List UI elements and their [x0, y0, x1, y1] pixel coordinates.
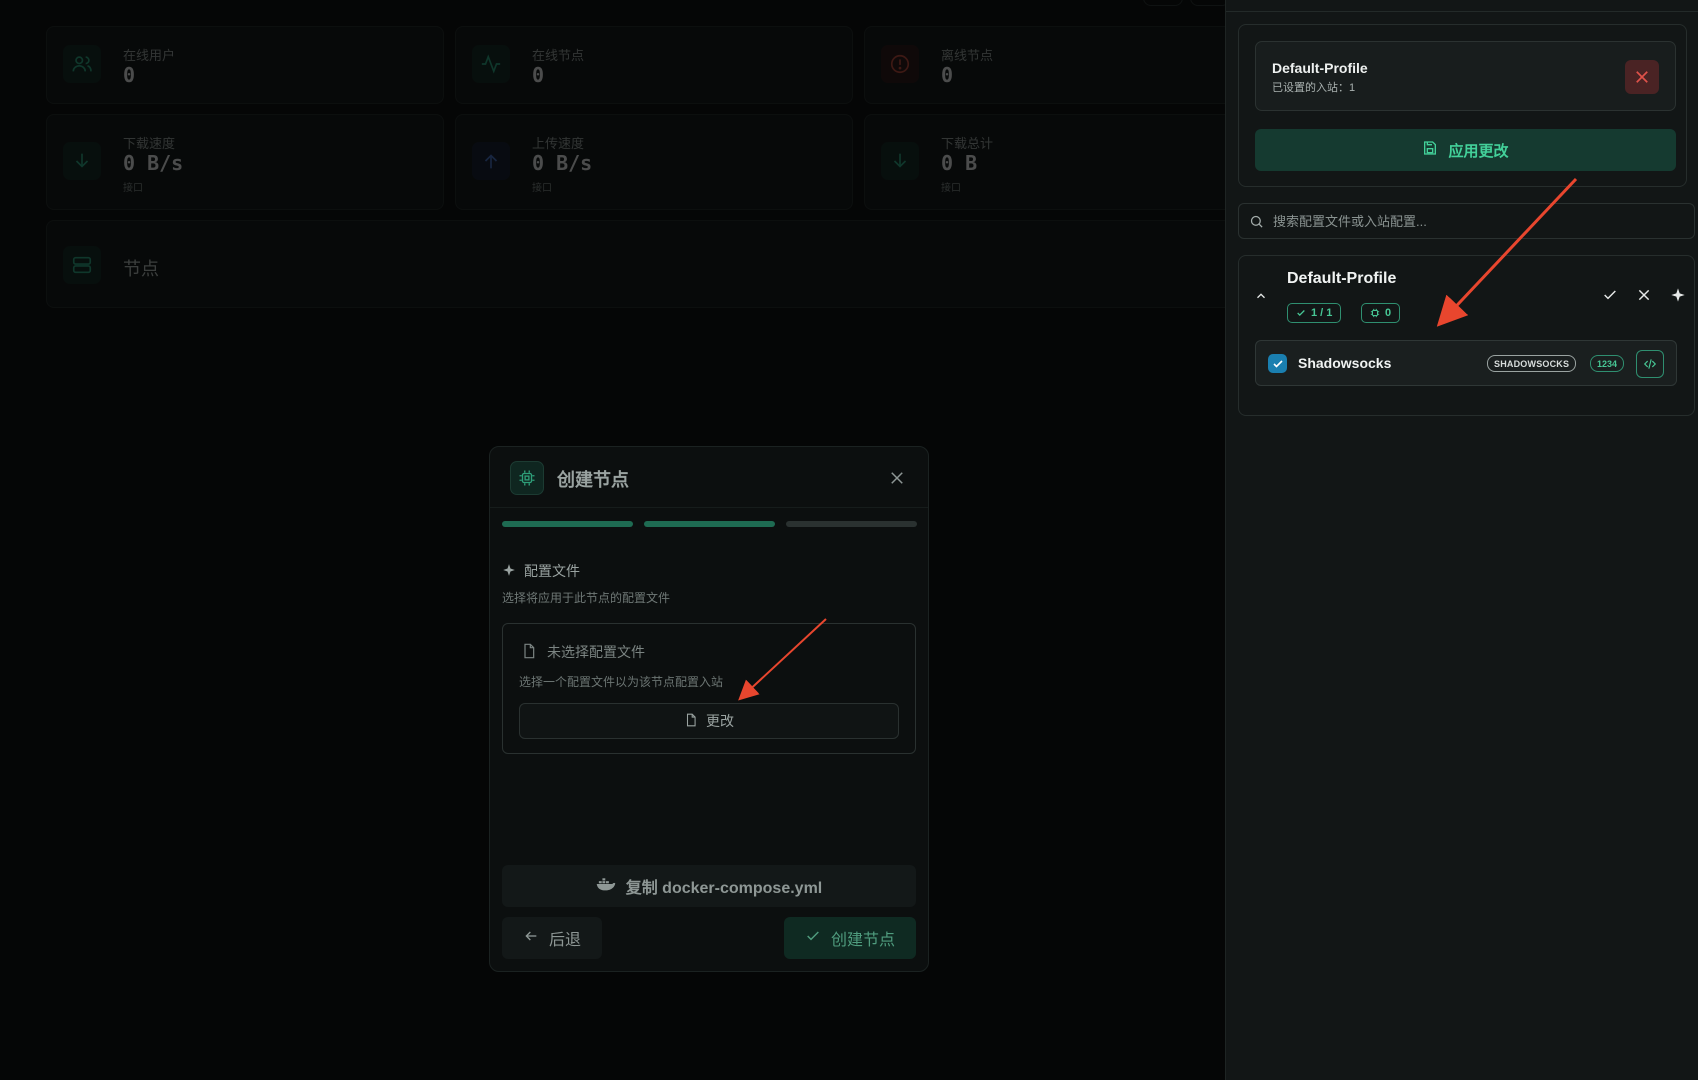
sparkle-icon — [502, 563, 516, 580]
header-button[interactable] — [1143, 0, 1183, 6]
sparkle-icon[interactable] — [1667, 284, 1689, 306]
create-node-button[interactable]: 创建节点 — [784, 917, 916, 959]
apply-changes-button[interactable]: 应用更改 — [1255, 129, 1676, 171]
stat-card-upload-speed: 上传速度 0 B/s 接口 — [455, 114, 853, 210]
change-profile-button[interactable]: 更改 — [519, 703, 899, 739]
nodes-title: 节点 — [123, 259, 159, 279]
group-title: Default-Profile — [1287, 270, 1397, 287]
create-node-modal: 创建节点 配置文件 选择将应用于此节点的配置文件 未选择配置文件 选择一个配置文… — [489, 446, 929, 972]
selected-profile-panel: Default-Profile 已设置的入站：1 应用更改 — [1238, 24, 1687, 187]
search-box — [1238, 203, 1695, 239]
stat-value: 0 — [532, 63, 545, 87]
stat-label: 上传速度 — [532, 136, 585, 151]
progress-step-2 — [644, 521, 775, 527]
group-extra-badge: 0 — [1361, 303, 1401, 323]
header-button[interactable] — [1190, 0, 1230, 6]
nodes-section: 节点 — [46, 220, 1264, 308]
inbound-checkbox[interactable] — [1268, 354, 1287, 373]
docker-icon — [596, 876, 616, 897]
code-icon[interactable] — [1636, 350, 1664, 378]
file-icon — [684, 713, 698, 730]
stat-card-offline-nodes: 离线节点 0 — [864, 26, 1264, 104]
check-icon — [1272, 359, 1283, 368]
stat-value: 0 B — [941, 151, 978, 175]
check-icon — [1297, 310, 1305, 316]
file-empty-label: 未选择配置文件 — [547, 644, 645, 660]
port-tag: 1234 — [1590, 355, 1625, 372]
divider — [1226, 11, 1698, 12]
profile-group-panel: Default-Profile 1 / 1 0 Shadowsocks SHAD… — [1238, 255, 1695, 416]
section-title: 配置文件 — [502, 561, 580, 581]
stat-label: 下载总计 — [941, 136, 994, 151]
download-arrow-icon — [63, 142, 101, 180]
cpu-icon — [1370, 308, 1380, 318]
cpu-icon — [510, 461, 544, 495]
modal-title: 创建节点 — [557, 470, 629, 490]
check-icon — [805, 928, 821, 949]
back-label: 后退 — [548, 932, 581, 949]
stat-card-online-nodes: 在线节点 0 — [455, 26, 853, 104]
create-label: 创建节点 — [830, 932, 895, 949]
arrow-left-icon — [523, 928, 539, 949]
deselect-all-close-icon[interactable] — [1633, 284, 1655, 306]
inbound-row[interactable]: Shadowsocks SHADOWSOCKS 1234 — [1255, 340, 1677, 386]
copy-docker-compose-button[interactable]: 复制 docker-compose.yml — [502, 865, 916, 907]
stat-label: 下载速度 — [123, 136, 176, 151]
chevron-up-icon[interactable] — [1251, 286, 1271, 306]
stat-sub: 接口 — [123, 183, 143, 194]
selected-count-badge: 1 / 1 — [1287, 303, 1342, 323]
stat-card-download-total: 下载总计 0 B 接口 — [864, 114, 1264, 210]
section-desc: 选择将应用于此节点的配置文件 — [502, 591, 671, 605]
server-icon — [63, 246, 101, 284]
alert-circle-icon — [881, 45, 919, 83]
stat-value: 0 — [941, 63, 954, 87]
selected-profile-card: Default-Profile 已设置的入站：1 — [1255, 41, 1676, 111]
profile-selector-box: 未选择配置文件 选择一个配置文件以为该节点配置入站 更改 — [502, 623, 916, 754]
profile-inbound-count: 已设置的入站：1 — [1272, 82, 1356, 94]
download-arrow-icon — [881, 142, 919, 180]
search-icon — [1249, 214, 1264, 234]
modal-header: 创建节点 — [490, 447, 928, 508]
inbound-name: Shadowsocks — [1298, 355, 1392, 371]
progress-step-1 — [502, 521, 633, 527]
close-icon — [1636, 71, 1648, 83]
close-icon[interactable] — [886, 467, 908, 489]
stat-card-download-speed: 下载速度 0 B/s 接口 — [46, 114, 444, 210]
remove-profile-button[interactable] — [1625, 60, 1659, 94]
profile-drawer: Default-Profile 已设置的入站：1 应用更改 Default-Pr… — [1225, 0, 1698, 1080]
stat-label: 在线用户 — [123, 48, 176, 63]
group-extra-count: 0 — [1385, 307, 1392, 319]
stat-value: 0 B/s — [532, 151, 593, 175]
stat-label: 离线节点 — [941, 48, 994, 63]
save-icon — [1422, 140, 1438, 160]
profile-name: Default-Profile — [1272, 60, 1368, 76]
file-desc: 选择一个配置文件以为该节点配置入站 — [519, 675, 724, 689]
file-row: 未选择配置文件 — [521, 642, 645, 662]
change-label: 更改 — [706, 713, 734, 729]
stat-value: 0 — [123, 63, 136, 87]
stat-label: 在线节点 — [532, 48, 585, 63]
select-all-check-icon[interactable] — [1599, 284, 1621, 306]
search-input[interactable] — [1273, 204, 1683, 238]
docker-label: 复制 docker-compose.yml — [625, 880, 823, 897]
users-icon — [63, 45, 101, 83]
stat-sub: 接口 — [941, 183, 961, 194]
section-title-text: 配置文件 — [524, 563, 580, 579]
selected-count: 1 / 1 — [1311, 307, 1333, 319]
activity-icon — [472, 45, 510, 83]
upload-arrow-icon — [472, 142, 510, 180]
stat-card-online-users: 在线用户 0 — [46, 26, 444, 104]
stat-sub: 接口 — [532, 183, 552, 194]
apply-label: 应用更改 — [1448, 142, 1509, 160]
back-button[interactable]: 后退 — [502, 917, 602, 959]
progress-step-3 — [786, 521, 917, 527]
protocol-tag: SHADOWSOCKS — [1487, 355, 1577, 372]
file-icon — [521, 643, 537, 662]
stat-value: 0 B/s — [123, 151, 184, 175]
